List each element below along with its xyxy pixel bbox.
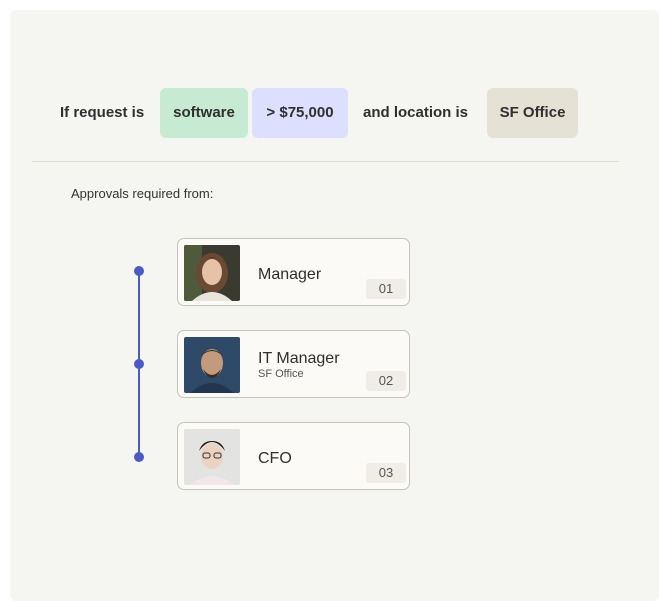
timeline-dot bbox=[134, 266, 144, 276]
amount-chip[interactable]: > $75,000 bbox=[252, 88, 348, 138]
category-chip[interactable]: software bbox=[160, 88, 248, 138]
step-number: 03 bbox=[366, 463, 406, 483]
approval-rule-panel: If request is software > $75,000 and loc… bbox=[10, 10, 659, 601]
timeline-dot bbox=[134, 359, 144, 369]
approver-card-it-manager[interactable]: IT Manager SF Office 02 bbox=[177, 330, 410, 398]
approver-role: IT Manager bbox=[258, 350, 340, 367]
step-number: 02 bbox=[366, 371, 406, 391]
approver-role: CFO bbox=[258, 450, 292, 467]
approver-card-manager[interactable]: Manager 01 bbox=[177, 238, 410, 306]
if-request-label: If request is bbox=[60, 104, 145, 121]
approver-role: Manager bbox=[258, 266, 322, 283]
divider bbox=[32, 161, 619, 162]
avatar bbox=[184, 245, 240, 301]
approvals-required-label: Approvals required from: bbox=[71, 186, 214, 201]
approver-card-cfo[interactable]: CFO 03 bbox=[177, 422, 410, 490]
step-number: 01 bbox=[366, 279, 406, 299]
approver-subtitle: SF Office bbox=[258, 368, 304, 380]
avatar bbox=[184, 337, 240, 393]
location-chip[interactable]: SF Office bbox=[487, 88, 578, 138]
timeline-dot bbox=[134, 452, 144, 462]
rule-condition-row: If request is software > $75,000 and loc… bbox=[10, 88, 659, 138]
and-location-label: and location is bbox=[363, 104, 469, 121]
avatar bbox=[184, 429, 240, 485]
